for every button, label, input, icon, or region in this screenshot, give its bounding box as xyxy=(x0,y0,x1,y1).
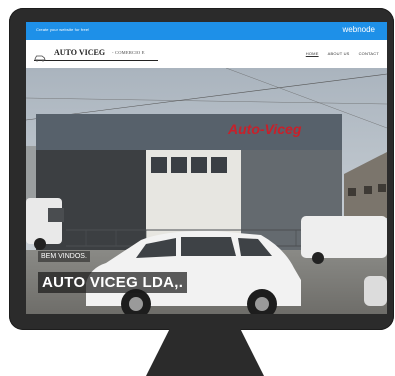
webnode-brand-link[interactable]: webnode xyxy=(343,25,375,34)
main-nav: HOME ABOUT US CONTACT xyxy=(306,51,379,56)
car-icon xyxy=(34,49,46,62)
webnode-promo-link[interactable]: Create your website for free! xyxy=(36,27,89,32)
hero-image: Auto-Viceg BEM VINDOS. AUTO VICEG LDA,. xyxy=(26,68,387,314)
building-sign: Auto-Viceg xyxy=(227,121,302,137)
monitor-screen: Create your website for free! webnode AU… xyxy=(26,22,387,314)
nav-contact[interactable]: CONTACT xyxy=(359,51,379,56)
site-logo[interactable]: AUTO VICEG - COMERCIO E xyxy=(34,47,158,62)
company-title: AUTO VICEG LDA,. xyxy=(38,272,188,293)
monitor-stand xyxy=(146,329,264,376)
logo-subtitle: - COMERCIO E xyxy=(112,50,145,55)
webnode-bar: Create your website for free! webnode xyxy=(26,22,387,40)
site-header: AUTO VICEG - COMERCIO E HOME ABOUT US CO… xyxy=(26,40,387,68)
nav-home[interactable]: HOME xyxy=(306,51,319,56)
welcome-label: BEM VINDOS. xyxy=(38,251,90,262)
nav-about-us[interactable]: ABOUT US xyxy=(328,51,350,56)
logo-name: AUTO VICEG xyxy=(54,48,106,57)
